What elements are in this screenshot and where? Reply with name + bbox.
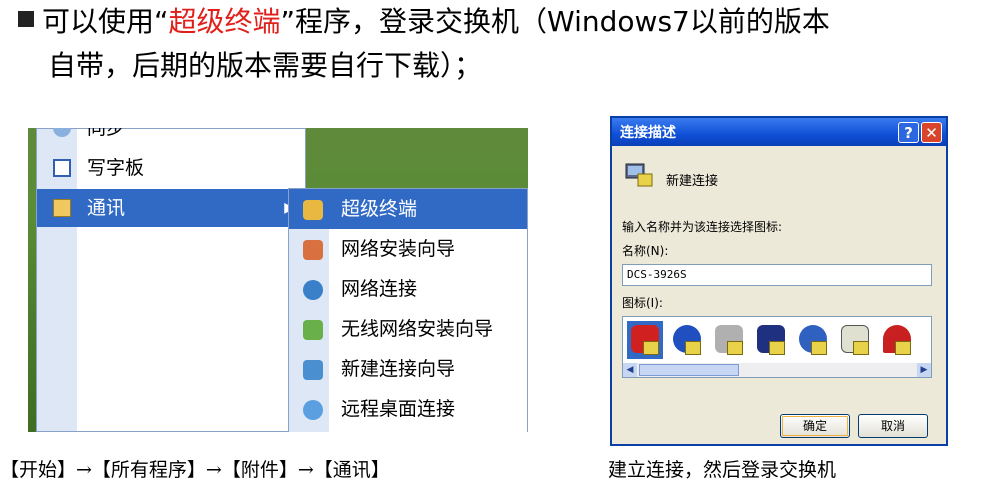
remote-desktop-icon [303,400,323,420]
menu-item-sync[interactable]: 同步 [37,128,305,147]
programs-menu: 同步 写字板 通讯 ▶ [36,128,306,432]
heading-line-2: 自带，后期的版本需要自行下载）； [48,49,483,82]
submenu-item-network-setup[interactable]: 网络安装向导 [289,229,527,269]
scroll-right-icon[interactable]: ▶ [917,363,931,377]
help-button[interactable]: ? [898,122,919,143]
dialog-title: 连接描述 [620,125,676,141]
new-connection-icon [303,360,323,380]
connection-name-label: 新建连接 [666,174,719,189]
cancel-button[interactable]: 取消 [858,414,928,438]
network-connections-icon [303,280,323,300]
fax-icon[interactable] [711,321,747,359]
close-button[interactable]: ✕ [921,122,942,143]
submenu-item-remote-desktop[interactable]: 远程桌面连接 [289,389,527,429]
name-input[interactable]: DCS-3926S [622,264,932,286]
phone-icon[interactable] [627,321,663,359]
network-setup-icon [303,240,323,260]
bullet-square [18,11,34,27]
scroll-thumb[interactable] [639,364,739,376]
menu-item-wordpad[interactable]: 写字板 [37,149,305,187]
hyperterminal-icon [303,200,323,220]
umbrella-icon[interactable] [879,321,915,359]
icon-scrollbar[interactable]: ◀ ▶ [623,363,931,377]
submenu-item-hyperterminal[interactable]: 超级终端 [289,189,527,229]
start-menu-screenshot: 同步 写字板 通讯 ▶ 超级终端 网络安装向导 网络连接 无线网络安装向导 [28,128,528,432]
globe-icon[interactable] [669,321,705,359]
dialog-prompt: 输入名称并为该连接选择图标: [622,220,783,234]
hyperterminal-highlight: 超级终端 [168,5,281,38]
submenu-item-new-connection[interactable]: 新建连接向导 [289,349,527,389]
icon-picker[interactable]: ◀ ▶ [622,316,932,378]
ok-button[interactable]: 确定 [780,414,850,438]
heading-line-1: 可以使用“超级终端”程序，登录交换机（Windows7以前的版本 [18,2,830,42]
submenu-item-network-connections[interactable]: 网络连接 [289,269,527,309]
mci-icon[interactable] [753,321,789,359]
sync-icon [53,128,71,137]
scroll-left-icon[interactable]: ◀ [623,363,637,377]
name-label: 名称(N): [622,244,669,258]
caption-left: 【开始】→【所有程序】→【附件】→【通讯】 [0,459,390,481]
communications-folder-icon [53,199,71,217]
menu-item-communications[interactable]: 通讯 ▶ [37,189,305,227]
communications-submenu: 超级终端 网络安装向导 网络连接 无线网络安装向导 新建连接向导 远程桌面连接 [288,188,528,432]
caption-right: 建立连接，然后登录交换机 [608,459,837,481]
icon-label: 图标(I): [622,296,663,310]
connection-icon [625,163,653,187]
document-icon[interactable] [837,321,873,359]
wordpad-icon [53,159,71,177]
connection-description-dialog: 连接描述 ? ✕ 新建连接 输入名称并为该连接选择图标: 名称(N): DCS-… [610,116,948,446]
wireless-setup-icon [303,320,323,340]
submenu-item-wireless-setup[interactable]: 无线网络安装向导 [289,309,527,349]
ge-icon[interactable] [795,321,831,359]
dialog-titlebar: 连接描述 ? ✕ [612,118,946,146]
